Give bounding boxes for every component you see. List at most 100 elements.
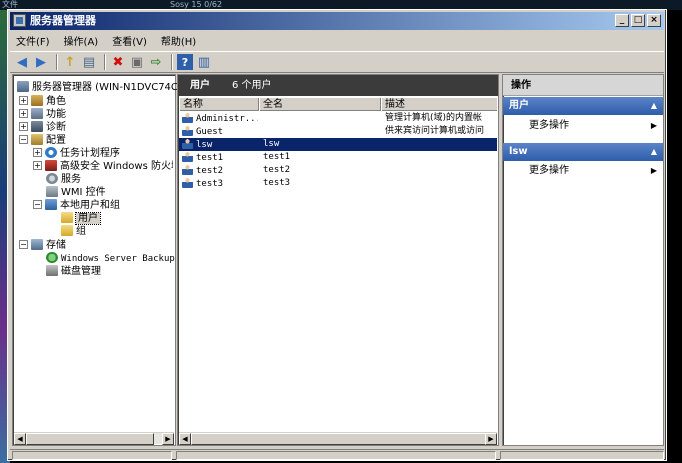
- user-icon: [182, 112, 193, 123]
- collapse-icon[interactable]: −: [19, 240, 28, 249]
- scroll-right-icon[interactable]: ▶: [162, 433, 174, 445]
- roles-icon: [31, 95, 43, 106]
- up-folder-icon[interactable]: ↑: [62, 54, 78, 70]
- close-button[interactable]: ×: [647, 14, 661, 27]
- column-header-name[interactable]: 名称: [179, 98, 259, 111]
- minimize-button[interactable]: _: [615, 14, 629, 27]
- collapse-icon[interactable]: −: [33, 200, 42, 209]
- action-label: 更多操作: [529, 165, 569, 176]
- actions-section-lsw[interactable]: lsw ▲: [503, 143, 663, 161]
- user-icon: [182, 125, 193, 136]
- server-icon: [17, 81, 29, 92]
- tree-item-task-scheduler[interactable]: + 任务计划程序: [33, 147, 120, 160]
- export-list-icon[interactable]: ⇨: [148, 54, 164, 70]
- scroll-thumb[interactable]: [26, 433, 154, 445]
- status-bar: [10, 449, 664, 460]
- chevron-up-icon[interactable]: ▲: [651, 97, 657, 115]
- scroll-left-icon[interactable]: ◀: [179, 433, 191, 445]
- scroll-right-icon[interactable]: ▶: [485, 433, 497, 445]
- tree-item-users[interactable]: 用户: [61, 212, 101, 225]
- results-header: 用户 6 个用户: [178, 75, 498, 96]
- table-row-selected[interactable]: lsw lsw: [179, 138, 497, 151]
- window-title: 服务器管理器: [30, 14, 96, 27]
- menu-help[interactable]: 帮助(H): [161, 33, 196, 48]
- results-horizontal-scrollbar[interactable]: ◀ ▶: [179, 432, 497, 445]
- scroll-left-icon[interactable]: ◀: [14, 433, 26, 445]
- delete-icon[interactable]: ✖: [110, 54, 126, 70]
- tree-item-diagnostics[interactable]: + 诊断: [19, 121, 66, 134]
- console-tree-pane[interactable]: 服务器管理器 (WIN-N1DVC74CD9 + 角色 + 功能 + 诊断 − 配置 +…: [12, 74, 192, 446]
- firewall-icon: [45, 160, 57, 171]
- expand-icon[interactable]: +: [19, 96, 28, 105]
- tree-item-label: 组: [76, 226, 86, 237]
- cell-name: Guest: [196, 127, 224, 137]
- more-actions-lsw[interactable]: 更多操作 ▶: [503, 163, 663, 179]
- table-row[interactable]: test2 test2: [179, 164, 497, 177]
- folder-icon: [61, 212, 73, 223]
- cell-fullname: lsw: [263, 139, 280, 149]
- expand-icon[interactable]: +: [19, 109, 28, 118]
- tree-item-services[interactable]: 服务: [46, 173, 81, 186]
- tree-item-label: WMI 控件: [61, 187, 106, 198]
- user-icon: [182, 151, 193, 162]
- table-row[interactable]: Guest 供来宾访问计算机或访问: [179, 125, 497, 138]
- table-row[interactable]: test1 test1: [179, 151, 497, 164]
- folder-icon: [61, 225, 73, 236]
- menu-file[interactable]: 文件(F): [16, 33, 50, 48]
- properties-icon[interactable]: ▣: [129, 54, 145, 70]
- tree-item-wmi[interactable]: WMI 控件: [46, 186, 106, 199]
- action-label: 更多操作: [529, 120, 569, 131]
- disk-icon: [46, 265, 58, 276]
- scroll-thumb[interactable]: [191, 433, 487, 445]
- cell-name: test1: [196, 153, 224, 163]
- user-icon: [182, 138, 193, 149]
- tree-item-roles[interactable]: + 角色: [19, 95, 66, 108]
- forward-icon[interactable]: ▶: [33, 54, 49, 70]
- features-icon: [31, 108, 43, 119]
- chevron-up-icon[interactable]: ▲: [651, 143, 657, 161]
- table-row[interactable]: Administr... 管理计算机(域)的内置帐: [179, 112, 497, 125]
- table-row[interactable]: test3 test3: [179, 177, 497, 190]
- help-icon[interactable]: ?: [177, 54, 193, 70]
- title-bar[interactable]: 服务器管理器 _ □ ×: [10, 12, 664, 30]
- menu-view[interactable]: 查看(V): [112, 33, 147, 48]
- show-action-pane-icon[interactable]: ▥: [196, 54, 212, 70]
- tree-item-disk-mgmt[interactable]: 磁盘管理: [46, 265, 101, 278]
- status-panel: [176, 451, 496, 460]
- tree-item-firewall[interactable]: + 高级安全 Windows 防火墙: [33, 160, 173, 173]
- tree-item-config[interactable]: − 配置: [19, 134, 66, 147]
- cell-fullname: test3: [263, 178, 291, 188]
- cell-fullname: test1: [263, 152, 291, 162]
- maximize-button[interactable]: □: [631, 14, 645, 27]
- back-icon[interactable]: ◀: [14, 54, 30, 70]
- user-icon: [182, 164, 193, 175]
- tree-item-storage[interactable]: − 存储: [19, 239, 66, 252]
- show-hide-tree-icon[interactable]: ▤: [81, 54, 97, 70]
- tree-item-label: 用户: [75, 212, 101, 225]
- toolbar-separator: [171, 54, 173, 70]
- tree-root[interactable]: 服务器管理器 (WIN-N1DVC74CD9: [17, 81, 192, 94]
- column-header-fullname[interactable]: 全名: [259, 98, 381, 111]
- expand-icon[interactable]: +: [33, 148, 42, 157]
- tree-item-backup[interactable]: Windows Server Backup: [46, 252, 175, 265]
- menu-action[interactable]: 操作(A): [64, 33, 99, 48]
- tree-item-label: 配置: [46, 135, 66, 146]
- tree-item-groups[interactable]: 组: [61, 225, 86, 238]
- cell-name: lsw: [196, 140, 213, 150]
- actions-section-users[interactable]: 用户 ▲: [503, 97, 663, 115]
- expand-icon[interactable]: +: [19, 122, 28, 131]
- tree-item-features[interactable]: + 功能: [19, 108, 66, 121]
- expand-icon[interactable]: +: [33, 161, 42, 170]
- cell-name: test2: [196, 166, 224, 176]
- tree-item-local-users-groups[interactable]: − 本地用户和组: [33, 199, 120, 212]
- column-header-description[interactable]: 描述: [381, 98, 499, 111]
- collapse-icon[interactable]: −: [19, 135, 28, 144]
- more-actions-users[interactable]: 更多操作 ▶: [503, 118, 663, 134]
- tree-item-label: 存储: [46, 240, 66, 251]
- tree-item-label: 任务计划程序: [60, 148, 120, 159]
- results-title: 用户: [190, 80, 210, 91]
- clock-icon: [45, 147, 57, 158]
- cell-name: Administr...: [196, 114, 258, 124]
- tree-horizontal-scrollbar[interactable]: ◀ ▶: [14, 432, 174, 445]
- tree-item-label: 角色: [46, 96, 66, 107]
